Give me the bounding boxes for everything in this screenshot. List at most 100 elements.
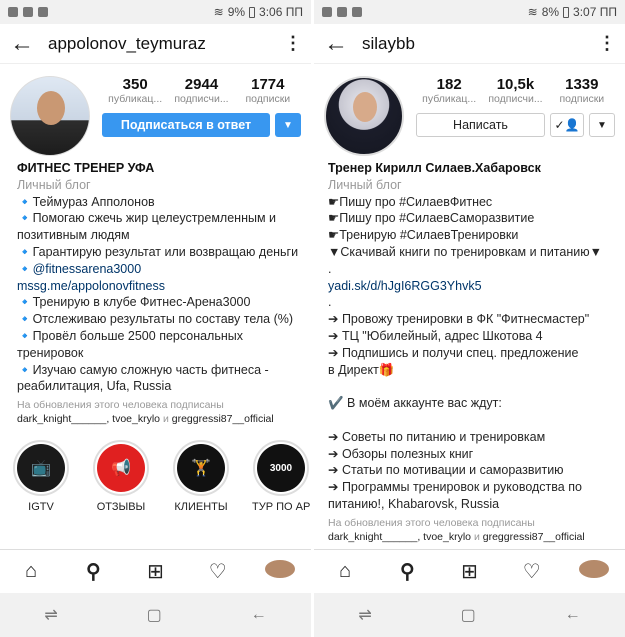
top-bar: ← appolonov_teymuraz ⋮ bbox=[0, 24, 311, 64]
profile-bio: ФИТНЕС ТРЕНЕР УФА Личный блог 🔹Теймураз … bbox=[0, 160, 311, 426]
bio-line bbox=[328, 378, 611, 395]
chevron-down-icon[interactable]: ▼ bbox=[275, 113, 301, 137]
overview-icon[interactable]: ▢ bbox=[147, 605, 162, 625]
phone-right: ≋ 8% 3:07 ПП ← silaybb ⋮ 182 публикац... 10… bbox=[314, 0, 625, 637]
bio-line: ➔ Обзоры полезных книг bbox=[328, 446, 474, 461]
bio-line: . bbox=[328, 295, 332, 310]
bio-line: ➔ Статьи по мотивации и саморазвитию bbox=[328, 463, 564, 478]
message-button[interactable]: Написать bbox=[416, 113, 545, 137]
wifi-icon: ≋ bbox=[527, 5, 538, 19]
story-highlights: 📺IGTV 📢ОТЗЫВЫ 🏋КЛИЕНТЫ 3000ТУР ПО АРЕ... bbox=[0, 426, 311, 513]
bio-line: ➔ ТЦ "Юбилейный, адрес Шкотова 4 bbox=[328, 328, 543, 343]
notification-icon bbox=[23, 7, 33, 17]
top-bar: ← silaybb ⋮ bbox=[314, 24, 625, 64]
stat-following[interactable]: 1339 подписки bbox=[551, 76, 613, 105]
notification-icon bbox=[352, 7, 362, 17]
bio-line: ➔ Подпишись и получи спец. предложение bbox=[328, 345, 579, 360]
highlight-igtv[interactable]: 📺 IGTV bbox=[12, 440, 70, 513]
back-arrow-icon[interactable]: ← bbox=[324, 31, 354, 55]
profile-username: appolonov_teymuraz bbox=[48, 33, 206, 53]
home-icon[interactable]: ⌂ bbox=[330, 560, 360, 583]
profile-avatar-icon[interactable] bbox=[578, 559, 609, 584]
add-post-icon[interactable]: ⊞ bbox=[454, 559, 484, 584]
bio-location-line: питанию!, Khabarovsk, Russia bbox=[328, 496, 500, 511]
notification-icon bbox=[337, 7, 347, 17]
bio-line: ➔ Провожу тренировки в ФК "Фитнесмастер" bbox=[328, 312, 590, 327]
add-post-icon[interactable]: ⊞ bbox=[140, 559, 170, 584]
stat-followers[interactable]: 10,5k подписчи... bbox=[484, 76, 546, 105]
wifi-icon: ≋ bbox=[213, 5, 224, 19]
battery-icon bbox=[249, 6, 256, 18]
profile-avatar-icon[interactable] bbox=[264, 559, 295, 584]
highlight-reviews[interactable]: 📢 ОТЗЫВЫ bbox=[92, 440, 150, 513]
megaphone-icon: 📢 bbox=[97, 444, 145, 493]
bio-hashtag-line[interactable]: ☛Пишу про #СилаевФитнес bbox=[328, 194, 611, 211]
highlight-arena-tour[interactable]: 3000ТУР ПО АРЕ... bbox=[252, 440, 311, 513]
chevron-down-icon[interactable]: ▼ bbox=[589, 113, 615, 137]
battery-percent: 9% bbox=[227, 5, 246, 19]
system-back-icon[interactable]: ← bbox=[565, 606, 581, 624]
bio-line: ▼Скачивай книги по тренировкам и питанию… bbox=[328, 244, 602, 259]
battery-icon bbox=[563, 6, 570, 18]
system-back-icon[interactable]: ← bbox=[251, 606, 267, 624]
profile-category: Личный блог bbox=[17, 177, 91, 192]
profile-header: 350 публикац... 2944 подписчи... 1774 подпи… bbox=[0, 64, 311, 160]
followed-by-names[interactable]: dark_knight______, tvoe_krylo и greggres… bbox=[328, 530, 611, 544]
bio-line: 🔹Отслеживаю результаты по составу тела (… bbox=[17, 312, 294, 327]
avatar[interactable] bbox=[10, 76, 90, 156]
more-options-icon[interactable]: ⋮ bbox=[598, 33, 616, 54]
bio-website-link[interactable]: mssg.me/appolonovfitness bbox=[17, 278, 294, 295]
notification-icon bbox=[38, 7, 48, 17]
dumbbell-icon: 🏋 bbox=[177, 444, 225, 493]
following-person-check-icon[interactable]: ✓👤 bbox=[550, 113, 584, 137]
bio-website-link[interactable]: yadi.sk/d/hJgI6RGG3Yhvk5 bbox=[328, 278, 611, 295]
more-options-icon[interactable]: ⋮ bbox=[284, 33, 302, 54]
profile-bio: Тренер Кирилл Силаев.Хабаровск Личный бл… bbox=[314, 160, 625, 544]
bio-mention-link[interactable]: 🔹@fitnessarena3000 bbox=[17, 261, 294, 278]
screenshot-pair: ≋ 9% 3:06 ПП ← appolonov_teymuraz ⋮ 350 пуб… bbox=[0, 0, 625, 637]
stat-posts[interactable]: 350 публикац... bbox=[104, 76, 166, 105]
bio-line: ➔ Программы тренировок и руководства по bbox=[328, 480, 582, 495]
notification-icon bbox=[8, 7, 18, 17]
bio-line: ✔️ В моём аккаунте вас ждут: bbox=[328, 396, 502, 411]
stat-posts[interactable]: 182 публикац... bbox=[418, 76, 480, 105]
profile-name: Тренер Кирилл Силаев.Хабаровск bbox=[328, 161, 541, 175]
followed-by-label: На обновления этого человека подписаны bbox=[328, 516, 535, 529]
profile-category: Личный блог bbox=[328, 177, 402, 192]
back-arrow-icon[interactable]: ← bbox=[10, 31, 40, 55]
bio-line: 🔹Изучаю самую сложную часть фитнеса - bbox=[17, 362, 269, 377]
overview-icon[interactable]: ▢ bbox=[461, 605, 476, 625]
bio-line: 🔹Гарантирую результат или возвращаю день… bbox=[17, 244, 299, 259]
clock: 3:06 ПП bbox=[259, 5, 303, 19]
clock: 3:07 ПП bbox=[573, 5, 617, 19]
home-icon[interactable]: ⌂ bbox=[16, 560, 46, 583]
avatar[interactable] bbox=[324, 76, 404, 156]
search-icon[interactable]: ⚲ bbox=[392, 559, 422, 584]
bio-line: тренировок bbox=[17, 345, 84, 360]
stat-followers[interactable]: 2944 подписчи... bbox=[170, 76, 232, 105]
phone-left: ≋ 9% 3:06 ПП ← appolonov_teymuraz ⋮ 350 пуб… bbox=[0, 0, 311, 637]
bio-line: в Директ🎁 bbox=[328, 362, 395, 377]
bio-location-line: реабилитация, Ufa, Russia bbox=[17, 379, 172, 394]
tv-icon: 📺 bbox=[17, 444, 65, 493]
bio-line: ➔ Советы по питанию и тренировкам bbox=[328, 429, 546, 444]
recent-apps-icon[interactable]: ⇌ bbox=[44, 605, 57, 625]
heart-icon[interactable]: ♡ bbox=[517, 559, 547, 584]
bottom-nav: ⌂ ⚲ ⊞ ♡ bbox=[314, 549, 625, 593]
heart-icon[interactable]: ♡ bbox=[203, 559, 233, 584]
recent-apps-icon[interactable]: ⇌ bbox=[358, 605, 371, 625]
stat-following[interactable]: 1774 подписки bbox=[237, 76, 299, 105]
search-icon[interactable]: ⚲ bbox=[78, 559, 108, 584]
bio-hashtag-line[interactable]: ☛Пишу про #СилаевСаморазвитие bbox=[328, 210, 611, 227]
followed-by-names[interactable]: dark_knight______, tvoe_krylo и greggres… bbox=[17, 412, 294, 426]
followed-by-label: На обновления этого человека подписаны bbox=[17, 399, 224, 412]
highlight-clients[interactable]: 🏋 КЛИЕНТЫ bbox=[172, 440, 230, 513]
bio-hashtag-line[interactable]: ☛Тренирую #СилаевТренировки bbox=[328, 227, 611, 244]
bottom-nav: ⌂ ⚲ ⊞ ♡ bbox=[0, 549, 311, 593]
system-nav-bar: ⇌ ▢ ← bbox=[0, 593, 311, 637]
arena-logo-icon: 3000 bbox=[257, 444, 305, 493]
bio-line: позитивным людям bbox=[17, 228, 130, 243]
bio-line: 🔹Тренирую в клубе Фитнес-Арена3000 bbox=[17, 295, 251, 310]
follow-back-button[interactable]: Подписаться в ответ bbox=[102, 113, 270, 137]
status-bar: ≋ 8% 3:07 ПП bbox=[314, 0, 625, 24]
